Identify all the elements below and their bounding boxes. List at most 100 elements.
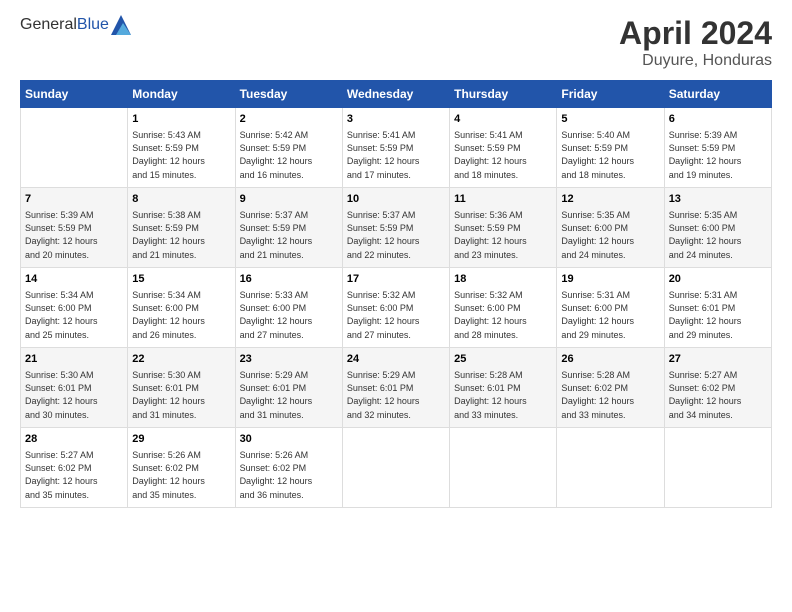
day-info: Sunrise: 5:26 AM Sunset: 6:02 PM Dayligh… [132, 449, 230, 501]
day-info: Sunrise: 5:36 AM Sunset: 5:59 PM Dayligh… [454, 209, 552, 261]
calendar-cell: 3 Sunrise: 5:41 AM Sunset: 5:59 PM Daylig… [342, 108, 449, 188]
day-info: Sunrise: 5:41 AM Sunset: 5:59 PM Dayligh… [454, 129, 552, 181]
calendar-cell: 2 Sunrise: 5:42 AM Sunset: 5:59 PM Daylig… [235, 108, 342, 188]
logo: GeneralBlue [20, 15, 131, 35]
day-info: Sunrise: 5:32 AM Sunset: 6:00 PM Dayligh… [347, 289, 445, 341]
calendar-cell: 23 Sunrise: 5:29 AM Sunset: 6:01 PM Dayli… [235, 348, 342, 428]
calendar-cell: 21Sunrise: 5:30 AM Sunset: 6:01 PM Dayli… [21, 348, 128, 428]
title-area: April 2024 Duyure, Honduras [619, 15, 772, 70]
day-number: 7 [25, 192, 123, 207]
day-number: 2 [240, 112, 338, 127]
calendar-cell: 8 Sunrise: 5:38 AM Sunset: 5:59 PM Daylig… [128, 188, 235, 268]
weekday-header-wednesday: Wednesday [342, 81, 449, 108]
location-title: Duyure, Honduras [619, 52, 772, 70]
day-info: Sunrise: 5:39 AM Sunset: 5:59 PM Dayligh… [25, 209, 123, 261]
month-title: April 2024 [619, 15, 772, 52]
calendar-cell: 1 Sunrise: 5:43 AM Sunset: 5:59 PM Daylig… [128, 108, 235, 188]
calendar-cell: 15 Sunrise: 5:34 AM Sunset: 6:00 PM Dayli… [128, 268, 235, 348]
day-info: Sunrise: 5:34 AM Sunset: 6:00 PM Dayligh… [132, 289, 230, 341]
day-number: 26 [561, 352, 659, 367]
day-number: 20 [669, 272, 767, 287]
day-number: 21 [25, 352, 123, 367]
calendar-cell [342, 428, 449, 508]
day-number: 10 [347, 192, 445, 207]
day-number: 23 [240, 352, 338, 367]
day-number: 22 [132, 352, 230, 367]
calendar-cell: 18Sunrise: 5:32 AM Sunset: 6:00 PM Dayli… [450, 268, 557, 348]
calendar-cell: 6Sunrise: 5:39 AM Sunset: 5:59 PM Daylig… [664, 108, 771, 188]
weekday-header-friday: Friday [557, 81, 664, 108]
day-info: Sunrise: 5:37 AM Sunset: 5:59 PM Dayligh… [240, 209, 338, 261]
calendar-cell: 9 Sunrise: 5:37 AM Sunset: 5:59 PM Daylig… [235, 188, 342, 268]
calendar-week-row: 7 Sunrise: 5:39 AM Sunset: 5:59 PM Daylig… [21, 188, 772, 268]
weekday-header-saturday: Saturday [664, 81, 771, 108]
day-number: 14 [25, 272, 123, 287]
day-number: 27 [669, 352, 767, 367]
day-number: 15 [132, 272, 230, 287]
calendar-cell: 17Sunrise: 5:32 AM Sunset: 6:00 PM Dayli… [342, 268, 449, 348]
calendar-cell: 27 Sunrise: 5:27 AM Sunset: 6:02 PM Dayli… [664, 348, 771, 428]
day-number: 19 [561, 272, 659, 287]
day-info: Sunrise: 5:38 AM Sunset: 5:59 PM Dayligh… [132, 209, 230, 261]
day-number: 11 [454, 192, 552, 207]
weekday-header-tuesday: Tuesday [235, 81, 342, 108]
calendar-cell: 30Sunrise: 5:26 AM Sunset: 6:02 PM Dayli… [235, 428, 342, 508]
calendar-week-row: 1 Sunrise: 5:43 AM Sunset: 5:59 PM Daylig… [21, 108, 772, 188]
day-number: 3 [347, 112, 445, 127]
calendar-week-row: 21 Sunrise: 5:30 AM Sunset: 6:01 PM Dayli… [21, 348, 772, 428]
calendar-week-row: 28 Sunrise: 5:27 AM Sunset: 6:02 PM Dayli… [21, 428, 772, 508]
day-info: Sunrise: 5:28 AM Sunset: 6:02 PM Dayligh… [561, 369, 659, 421]
calendar-cell: 29Sunrise: 5:26 AM Sunset: 6:02 PM Dayli… [128, 428, 235, 508]
day-number: 4 [454, 112, 552, 127]
day-info: Sunrise: 5:28 AM Sunset: 6:01 PM Dayligh… [454, 369, 552, 421]
calendar-cell: 14 Sunrise: 5:34 AM Sunset: 6:00 PM Dayli… [21, 268, 128, 348]
day-number: 18 [454, 272, 552, 287]
calendar-cell: 4 Sunrise: 5:41 AM Sunset: 5:59 PM Daylig… [450, 108, 557, 188]
calendar-cell: 22 Sunrise: 5:30 AM Sunset: 6:01 PM Dayli… [128, 348, 235, 428]
day-info: Sunrise: 5:35 AM Sunset: 6:00 PM Dayligh… [561, 209, 659, 261]
day-info: Sunrise: 5:40 AM Sunset: 5:59 PM Dayligh… [561, 129, 659, 181]
header: GeneralBlue April 2024 Duyure, Honduras [20, 15, 772, 70]
weekday-header-row: SundayMondayTuesdayWednesdayThursdayFrid… [21, 81, 772, 108]
calendar-cell: 16Sunrise: 5:33 AM Sunset: 6:00 PM Dayli… [235, 268, 342, 348]
day-number: 9 [240, 192, 338, 207]
day-number: 8 [132, 192, 230, 207]
calendar-cell: 26 Sunrise: 5:28 AM Sunset: 6:02 PM Dayli… [557, 348, 664, 428]
day-number: 1 [132, 112, 230, 127]
logo-icon [111, 15, 131, 35]
day-info: Sunrise: 5:34 AM Sunset: 6:00 PM Dayligh… [25, 289, 123, 341]
page: GeneralBlue April 2024 Duyure, Honduras … [0, 0, 792, 612]
day-info: Sunrise: 5:31 AM Sunset: 6:00 PM Dayligh… [561, 289, 659, 341]
day-info: Sunrise: 5:27 AM Sunset: 6:02 PM Dayligh… [25, 449, 123, 501]
calendar-cell: 7 Sunrise: 5:39 AM Sunset: 5:59 PM Daylig… [21, 188, 128, 268]
calendar-cell: 24 Sunrise: 5:29 AM Sunset: 6:01 PM Dayli… [342, 348, 449, 428]
calendar-cell: 25 Sunrise: 5:28 AM Sunset: 6:01 PM Dayli… [450, 348, 557, 428]
day-info: Sunrise: 5:43 AM Sunset: 5:59 PM Dayligh… [132, 129, 230, 181]
day-info: Sunrise: 5:41 AM Sunset: 5:59 PM Dayligh… [347, 129, 445, 181]
calendar-cell: 12Sunrise: 5:35 AM Sunset: 6:00 PM Dayli… [557, 188, 664, 268]
day-number: 25 [454, 352, 552, 367]
day-number: 13 [669, 192, 767, 207]
day-info: Sunrise: 5:30 AM Sunset: 6:01 PM Dayligh… [132, 369, 230, 421]
day-info: Sunrise: 5:42 AM Sunset: 5:59 PM Dayligh… [240, 129, 338, 181]
logo-blue-text: Blue [77, 16, 109, 33]
calendar-cell [450, 428, 557, 508]
day-info: Sunrise: 5:29 AM Sunset: 6:01 PM Dayligh… [347, 369, 445, 421]
day-info: Sunrise: 5:27 AM Sunset: 6:02 PM Dayligh… [669, 369, 767, 421]
calendar-cell [664, 428, 771, 508]
weekday-header-monday: Monday [128, 81, 235, 108]
day-number: 24 [347, 352, 445, 367]
day-number: 16 [240, 272, 338, 287]
calendar-cell: 5 Sunrise: 5:40 AM Sunset: 5:59 PM Daylig… [557, 108, 664, 188]
day-info: Sunrise: 5:37 AM Sunset: 5:59 PM Dayligh… [347, 209, 445, 261]
calendar-cell: 13 Sunrise: 5:35 AM Sunset: 6:00 PM Dayli… [664, 188, 771, 268]
calendar-cell: 28 Sunrise: 5:27 AM Sunset: 6:02 PM Dayli… [21, 428, 128, 508]
calendar-cell [21, 108, 128, 188]
day-info: Sunrise: 5:29 AM Sunset: 6:01 PM Dayligh… [240, 369, 338, 421]
logo-general-text: General [20, 16, 77, 33]
day-info: Sunrise: 5:35 AM Sunset: 6:00 PM Dayligh… [669, 209, 767, 261]
day-number: 28 [25, 432, 123, 447]
day-info: Sunrise: 5:39 AM Sunset: 5:59 PM Dayligh… [669, 129, 767, 181]
day-number: 5 [561, 112, 659, 127]
day-info: Sunrise: 5:31 AM Sunset: 6:01 PM Dayligh… [669, 289, 767, 341]
